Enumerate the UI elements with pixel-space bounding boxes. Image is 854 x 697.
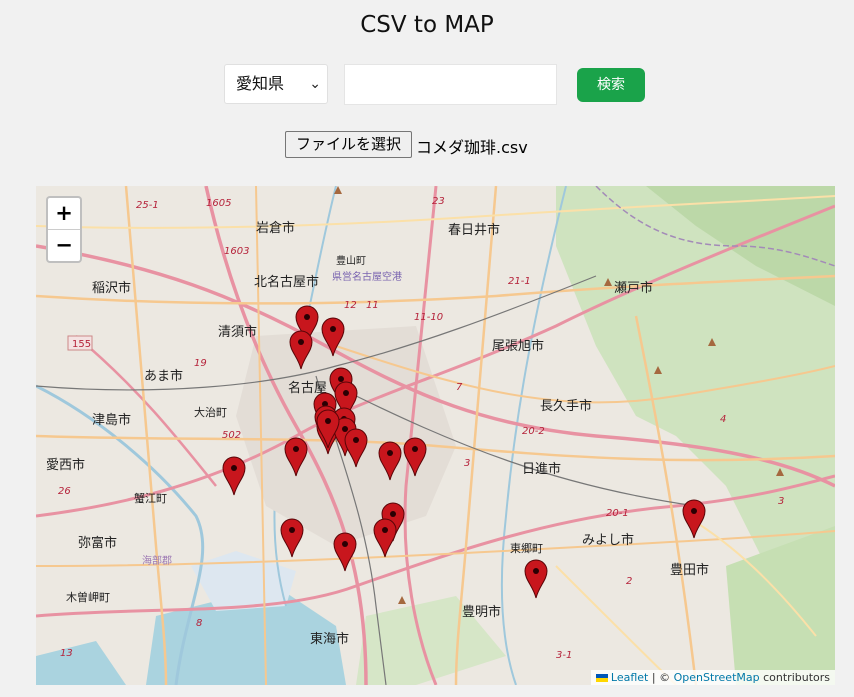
choose-file-button[interactable]: ファイルを選択	[285, 131, 412, 158]
selected-file-name: コメダ珈琲.csv	[416, 138, 528, 157]
attribution-separator: | ©	[648, 671, 674, 684]
map-tiles[interactable]: 岩倉市 春日井市 北名古屋市 瀬戸市 稲沢市 清須市 尾張旭市 あま市 名古屋 …	[36, 186, 835, 685]
place-label: 弥富市	[78, 535, 117, 551]
svg-text:13: 13	[60, 648, 73, 659]
svg-text:23: 23	[432, 196, 445, 207]
page-title: CSV to MAP	[360, 12, 494, 38]
svg-text:11: 11	[366, 300, 379, 311]
place-label: 豊田市	[670, 562, 709, 578]
svg-text:20-2: 20-2	[522, 426, 545, 437]
map-attribution: Leaflet | © OpenStreetMap contributors	[590, 670, 835, 685]
place-label: 東郷町	[510, 541, 543, 555]
map-marker-icon[interactable]	[682, 499, 706, 539]
attribution-contributors: contributors	[759, 671, 830, 684]
map-view[interactable]: 岩倉市 春日井市 北名古屋市 瀬戸市 稲沢市 清須市 尾張旭市 あま市 名古屋 …	[36, 186, 835, 685]
svg-text:1605: 1605	[206, 198, 231, 209]
ukraine-flag-icon	[595, 674, 608, 682]
place-label: 東海市	[310, 631, 349, 647]
place-label: 海部郡	[142, 554, 172, 567]
place-label: 豊明市	[462, 604, 501, 620]
svg-text:3: 3	[464, 458, 470, 469]
place-label: 津島市	[92, 412, 131, 428]
place-label: 蟹江町	[134, 491, 167, 505]
prefecture-select[interactable]: 愛知県 ⌄	[224, 64, 328, 104]
svg-text:11-10: 11-10	[414, 312, 443, 323]
place-label: 岩倉市	[256, 220, 295, 236]
svg-text:26: 26	[58, 486, 71, 497]
search-button[interactable]: 検索	[577, 68, 645, 102]
place-label: あま市	[144, 368, 183, 384]
zoom-out-button[interactable]: −	[48, 230, 80, 261]
svg-text:8: 8	[196, 618, 202, 629]
svg-text:7: 7	[456, 382, 463, 393]
svg-text:4: 4	[720, 414, 726, 425]
svg-text:3: 3	[778, 496, 784, 507]
svg-text:1603: 1603	[224, 246, 249, 257]
place-label: 北名古屋市	[254, 274, 319, 290]
zoom-control: + −	[46, 196, 82, 263]
openstreetmap-link[interactable]: OpenStreetMap	[674, 671, 760, 684]
svg-text:21-1: 21-1	[508, 276, 531, 287]
place-label: 県営名古屋空港	[332, 270, 402, 283]
map-marker-icon[interactable]	[373, 518, 397, 558]
place-label: 豊山町	[336, 254, 366, 267]
place-label: みよし市	[582, 532, 634, 548]
place-label: 大治町	[194, 405, 227, 419]
place-label: 木曽岬町	[66, 590, 110, 604]
place-label: 尾張旭市	[492, 338, 544, 354]
search-controls: 愛知県 ⌄ 検索	[0, 64, 854, 106]
place-label: 愛西市	[46, 457, 85, 473]
place-label: 清須市	[218, 324, 257, 340]
svg-text:25-1: 25-1	[136, 200, 159, 211]
place-label: 日進市	[522, 461, 561, 477]
place-label: 春日井市	[448, 222, 500, 238]
leaflet-link[interactable]: Leaflet	[611, 671, 648, 684]
map-marker-icon[interactable]	[524, 559, 548, 599]
place-label: 長久手市	[540, 398, 592, 414]
map-marker-icon[interactable]	[280, 518, 304, 558]
search-input[interactable]	[344, 64, 557, 105]
svg-text:20-1: 20-1	[606, 508, 629, 519]
chevron-down-icon: ⌄	[309, 76, 321, 92]
svg-text:19: 19	[194, 358, 207, 369]
zoom-in-button[interactable]: +	[48, 198, 80, 230]
svg-text:12: 12	[344, 300, 357, 311]
svg-text:2: 2	[626, 576, 632, 587]
place-label: 瀬戸市	[614, 280, 653, 296]
svg-text:3-1: 3-1	[556, 650, 572, 661]
place-label: 稲沢市	[92, 280, 131, 296]
svg-text:502: 502	[222, 430, 241, 441]
map-marker-icon[interactable]	[222, 456, 246, 496]
prefecture-select-value: 愛知県	[236, 74, 285, 93]
svg-text:155: 155	[72, 339, 91, 350]
